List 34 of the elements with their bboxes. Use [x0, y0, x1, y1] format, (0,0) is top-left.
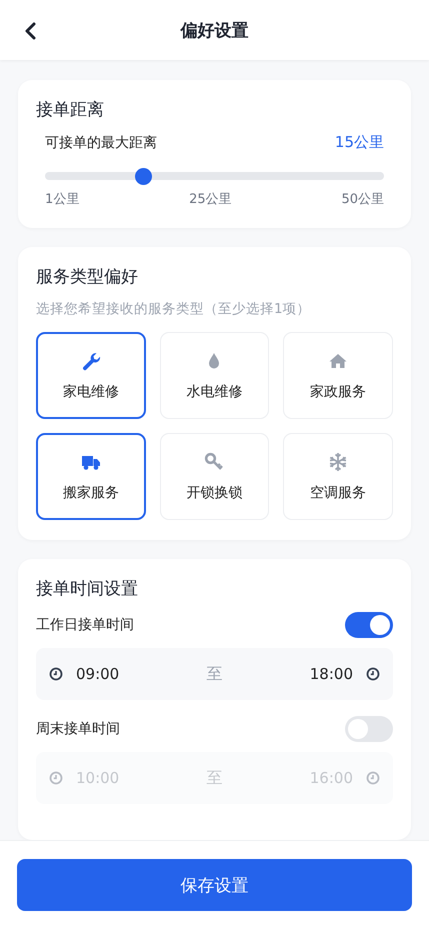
- toggle-switch[interactable]: [345, 716, 393, 742]
- clock-icon: [366, 771, 380, 785]
- wrench-icon: [80, 350, 101, 370]
- clock-icon: [366, 667, 380, 681]
- service-option[interactable]: 家电维修: [36, 332, 146, 419]
- service-option[interactable]: 搬家服务: [36, 433, 146, 520]
- save-button[interactable]: 保存设置: [17, 859, 412, 911]
- distance-value: 15公里: [334, 133, 384, 152]
- tick-label: 50公里: [341, 191, 384, 208]
- end-time: 18:00: [310, 665, 353, 683]
- service-option[interactable]: 空调服务: [283, 433, 393, 520]
- range-separator: 至: [206, 664, 222, 684]
- service-option[interactable]: 水电维修: [160, 332, 270, 419]
- slider-thumb[interactable]: [134, 168, 152, 184]
- setting-label: 周末接单时间: [36, 720, 120, 738]
- section-title: 服务类型偏好: [36, 266, 139, 288]
- toggle-switch[interactable]: [345, 612, 393, 638]
- tick-label: 25公里: [189, 191, 232, 208]
- clock-icon: [49, 667, 63, 681]
- hint-text: 选择您希望接收的服务类型（至少选择1项）: [36, 300, 312, 318]
- page-title: 偏好设置: [180, 20, 248, 42]
- back-icon: [24, 22, 38, 40]
- time-range-field[interactable]: 09:00 至 18:00: [36, 648, 393, 700]
- service-option[interactable]: 家政服务: [283, 332, 393, 419]
- snowflake-icon: [328, 452, 348, 472]
- clock-icon: [49, 771, 63, 785]
- service-option[interactable]: 开锁换锁: [160, 433, 270, 520]
- start-time: 09:00: [76, 665, 120, 683]
- key-icon: [204, 452, 224, 472]
- setting-label: 可接单的最大距离: [45, 134, 157, 152]
- section-title: 接单距离: [36, 99, 105, 121]
- section-title: 接单时间设置: [36, 578, 139, 600]
- tick-label: 1公里: [45, 191, 80, 208]
- setting-label: 工作日接单时间: [36, 616, 134, 634]
